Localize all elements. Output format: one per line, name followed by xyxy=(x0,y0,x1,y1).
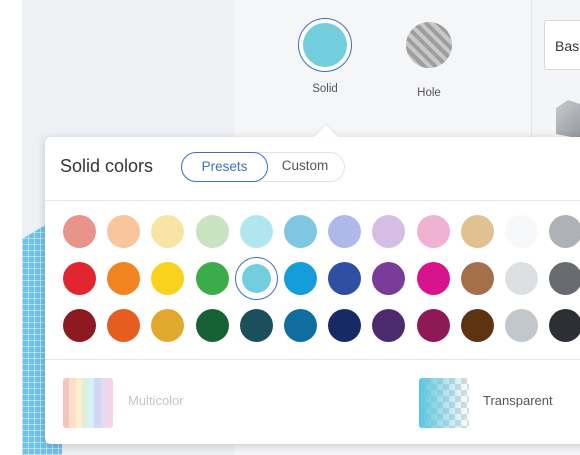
solid-swatch-ring[interactable] xyxy=(298,18,352,72)
color-swatch[interactable] xyxy=(63,262,96,295)
color-swatch[interactable] xyxy=(195,309,229,342)
color-swatch[interactable] xyxy=(107,309,141,342)
solid-label: Solid xyxy=(312,83,338,95)
hole-label: Hole xyxy=(417,87,441,99)
canvas-edge xyxy=(0,0,22,455)
color-swatch[interactable] xyxy=(549,309,580,342)
color-swatch[interactable] xyxy=(505,262,538,295)
tab-custom[interactable]: Custom xyxy=(270,152,340,182)
color-swatch[interactable] xyxy=(372,215,406,248)
color-swatch[interactable] xyxy=(505,309,538,342)
transparent-icon[interactable] xyxy=(419,378,469,428)
base-dropdown[interactable]: Bas xyxy=(544,20,580,70)
color-swatch[interactable] xyxy=(416,262,450,295)
color-swatch[interactable] xyxy=(151,309,185,342)
solid-hole-selector: Solid Hole xyxy=(290,18,460,108)
color-swatch[interactable] xyxy=(328,262,362,295)
color-swatch[interactable] xyxy=(107,215,141,248)
hole-pattern-icon[interactable] xyxy=(406,22,452,68)
color-swatch[interactable] xyxy=(151,262,185,295)
solid-option[interactable]: Solid xyxy=(290,18,360,95)
solid-color-icon xyxy=(303,23,347,67)
popover-title: Solid colors xyxy=(60,156,154,176)
color-swatch[interactable] xyxy=(63,215,96,248)
color-swatch[interactable] xyxy=(63,309,96,342)
multicolor-label[interactable]: Multicolor xyxy=(128,393,184,408)
multicolor-icon[interactable] xyxy=(63,378,113,428)
color-swatch[interactable] xyxy=(239,309,273,342)
color-picker-popover: Solid colors Presets Custom Multicolor T… xyxy=(45,137,580,444)
hole-option[interactable]: Hole xyxy=(394,18,464,99)
color-swatch[interactable] xyxy=(549,215,580,248)
popover-arrow xyxy=(314,125,338,137)
color-swatch[interactable] xyxy=(234,257,278,300)
color-swatch[interactable] xyxy=(372,309,406,342)
color-swatch[interactable] xyxy=(460,262,494,295)
shape-thumbnail[interactable] xyxy=(556,100,580,140)
color-swatch[interactable] xyxy=(549,262,580,295)
color-swatch[interactable] xyxy=(284,309,317,342)
color-swatch[interactable] xyxy=(372,262,406,295)
color-swatch[interactable] xyxy=(239,215,273,248)
color-swatch[interactable] xyxy=(328,309,362,342)
transparent-label[interactable]: Transparent xyxy=(483,393,553,408)
color-swatch[interactable] xyxy=(460,309,494,342)
color-swatch[interactable] xyxy=(284,215,317,248)
color-swatch[interactable] xyxy=(284,262,317,295)
color-swatch[interactable] xyxy=(416,309,450,342)
color-swatch[interactable] xyxy=(195,262,229,295)
color-swatch[interactable] xyxy=(460,215,494,248)
popover-header: Solid colors Presets Custom xyxy=(45,137,580,201)
color-swatch[interactable] xyxy=(416,215,450,248)
color-mode-toggle: Presets Custom xyxy=(181,152,345,182)
color-swatch[interactable] xyxy=(107,262,141,295)
multicolor-stripe xyxy=(106,378,113,428)
color-swatch[interactable] xyxy=(505,215,538,248)
tab-presets[interactable]: Presets xyxy=(181,152,268,182)
popover-footer: Multicolor Transparent xyxy=(45,359,580,445)
panel-divider xyxy=(531,0,532,150)
color-swatch[interactable] xyxy=(151,215,185,248)
color-swatch[interactable] xyxy=(195,215,229,248)
color-swatch[interactable] xyxy=(328,215,362,248)
